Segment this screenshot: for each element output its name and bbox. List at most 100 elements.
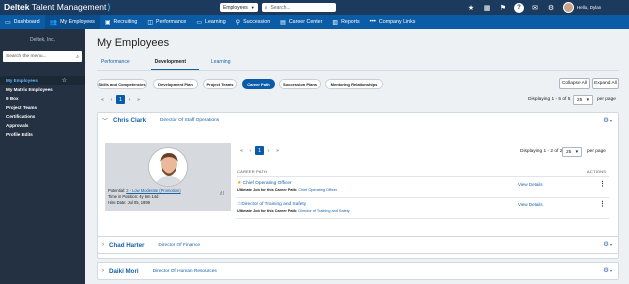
sidebar: Deltek, Inc. Search the menu... ⌕ My Emp… [0, 29, 85, 284]
divider [237, 218, 609, 219]
nav-my-employees[interactable]: 👥 My Employees [44, 15, 100, 29]
employee-profile-panel: Potential: 2 - Low Moderate (Promotion) … [105, 143, 231, 211]
chevron-down-icon: ▾ [586, 97, 589, 103]
more-icon: ••• [369, 19, 376, 25]
employee-name[interactable]: Chris Clark [113, 117, 146, 124]
view-details-link[interactable]: View Details [518, 202, 543, 207]
col-header-career-path: CAREER PATH [237, 169, 268, 174]
nav-succession[interactable]: ⚲ Succession [231, 15, 276, 29]
card-settings-icon[interactable]: ⚙▾ [603, 266, 612, 274]
nav-career-center[interactable]: ▤ Career Center [275, 15, 327, 29]
nav-learning[interactable]: ▭ Learning [191, 15, 230, 29]
sidebar-item-9-box[interactable]: 9 Box [0, 94, 85, 103]
top-icons: ★ ▦ ⚑ ? ✉ ⚙ Hello, Dylan [466, 2, 601, 13]
card-settings-icon[interactable]: ⚙▾ [603, 116, 612, 124]
next-page-button[interactable]: › [264, 146, 273, 155]
help-icon[interactable]: ? [514, 2, 524, 13]
chevron-down-icon: ▼ [250, 5, 255, 10]
pin-icon: ⚲ [235, 19, 241, 26]
prev-page-button[interactable]: ‹ [246, 146, 255, 155]
prev-page-button[interactable]: ‹ [107, 95, 116, 104]
employee-name[interactable]: Daiki Mori [109, 268, 139, 275]
greeting[interactable]: Hello, Dylan [577, 5, 601, 10]
career-path-per-page-select[interactable]: 25 ▾ [562, 147, 582, 157]
subtab-succession-plans[interactable]: Succession Plans [279, 79, 321, 89]
top-bar: Deltek Talent Management⟩ Employees ▼ ⌕ S… [0, 0, 629, 15]
subtab-development-plan[interactable]: Development Plan [153, 79, 198, 89]
career-path-pagination: « ‹ 1 › » [237, 146, 282, 155]
sidebar-item-my-matrix-employees[interactable]: My Matrix Employees [0, 85, 85, 94]
first-page-button[interactable]: « [98, 95, 107, 104]
page-title: My Employees [97, 37, 170, 49]
laptop-icon: ▭ [196, 19, 203, 26]
nav-recruiting[interactable]: ▣ Recruiting [100, 15, 143, 29]
sidebar-item-project-teams[interactable]: Project Teams [0, 103, 85, 112]
employee-info: Potential: 2 - Low Moderate (Promotion) … [108, 188, 181, 205]
star-icon[interactable]: ★ [466, 3, 476, 13]
career-path-subtitle: Ultimate Job for this Career Path: Chief… [237, 188, 338, 192]
chevron-right-icon[interactable]: › [102, 268, 104, 274]
career-path-displaying: Displaying 1 - 2 of 2 [520, 149, 563, 154]
app-logo[interactable]: Deltek Talent Management⟩ [4, 2, 111, 13]
sidebar-item-certifications[interactable]: Certifications [0, 112, 85, 121]
employee-name[interactable]: Chad Harter [109, 242, 144, 249]
chevron-down-icon[interactable]: ﹀ [102, 116, 108, 125]
per-page-select[interactable]: 25 ▾ [573, 95, 593, 105]
sidebar-item-my-employees[interactable]: My Employees ☆ [0, 76, 85, 85]
row-actions-menu[interactable]: ⋮ [599, 200, 606, 208]
employee-card-header[interactable]: ﹀ Chris Clark Director Of Staff Operatio… [98, 113, 618, 127]
nav-reports[interactable]: ▥ Reports [327, 15, 364, 29]
nav-company-links[interactable]: ••• Company Links [365, 15, 421, 29]
row-actions-menu[interactable]: ⋮ [599, 180, 606, 188]
main-content: My Employees Performance Development Lea… [85, 29, 629, 284]
nav-performance[interactable]: ◫ Performance [142, 15, 191, 29]
mail-icon[interactable]: ✉ [530, 3, 540, 13]
performance-icon: ◫ [147, 19, 154, 26]
employee-photo [148, 147, 188, 187]
last-page-button[interactable]: » [273, 146, 282, 155]
sidebar-item-approvals[interactable]: Approvals [0, 121, 85, 130]
collapse-all-button[interactable]: Collapse All [559, 78, 590, 89]
expand-all-button[interactable]: Expand All [592, 78, 619, 89]
subtab-career-path[interactable]: Career Path [242, 79, 275, 89]
divider [237, 197, 609, 198]
global-search: Employees ▼ ⌕ Search... [220, 3, 336, 12]
subtab-project-teams[interactable]: Project Teams [203, 79, 237, 89]
org-name: Deltek, Inc. [29, 37, 55, 43]
grid-icon[interactable]: ▦ [482, 3, 492, 13]
page-1-button[interactable]: 1 [116, 95, 125, 104]
employee-title: Director Of Staff Operations [160, 117, 220, 123]
global-search-input[interactable]: ⌕ Search... [261, 3, 336, 12]
card-settings-icon[interactable]: ⚙▾ [603, 240, 612, 248]
next-page-button[interactable]: › [125, 95, 134, 104]
menu-search-input[interactable]: Search the menu... ⌕ [3, 51, 82, 62]
hire-date: Hire Date: Jul 05, 1999 [108, 199, 150, 205]
career-path-title[interactable]: ☆Director of Training and Safety [237, 202, 306, 207]
subtab-skills-and-competencies[interactable]: Skills and Competencies [97, 79, 147, 89]
page-1-button[interactable]: 1 [255, 146, 264, 155]
view-details-link[interactable]: View Details [518, 182, 543, 187]
gear-icon[interactable]: ⚙ [546, 3, 556, 13]
potential-link[interactable]: 2 - Low Moderate (Promotion) [126, 188, 180, 193]
star-filled-icon[interactable]: ★ [237, 181, 241, 186]
per-page-label: per page [597, 97, 616, 102]
tab-divider [97, 70, 619, 71]
favorite-star-icon[interactable]: ☆ [62, 77, 67, 84]
employee-card-header[interactable]: › Chad Harter Director Of Finance [98, 237, 618, 253]
last-page-button[interactable]: » [134, 95, 143, 104]
chevron-down-icon: ▾ [575, 149, 578, 155]
career-path-title[interactable]: ★ Chief Operating Officer [237, 181, 292, 186]
search-icon: ⌕ [264, 4, 268, 11]
search-scope-dropdown[interactable]: Employees ▼ [220, 3, 258, 12]
employee-card-header[interactable]: › Daiki Mori Director Of Human Resources [98, 263, 618, 279]
first-page-button[interactable]: « [237, 146, 246, 155]
nav-dashboard[interactable]: ▭ Dashboard [0, 15, 45, 29]
sidebar-item-profile-edits[interactable]: Profile Edits [0, 130, 85, 139]
org-chart-icon[interactable]: ⛙ [220, 190, 224, 198]
avatar[interactable] [563, 2, 574, 13]
flag-icon[interactable]: ⚑ [498, 3, 508, 13]
chevron-right-icon[interactable]: › [102, 242, 104, 248]
pagination: « ‹ 1 › » [98, 95, 143, 104]
subtab-mentoring-relationships[interactable]: Mentoring Relationships [325, 79, 383, 89]
employee-card: › Chad Harter Director Of Finance ⚙▾ [97, 236, 619, 254]
